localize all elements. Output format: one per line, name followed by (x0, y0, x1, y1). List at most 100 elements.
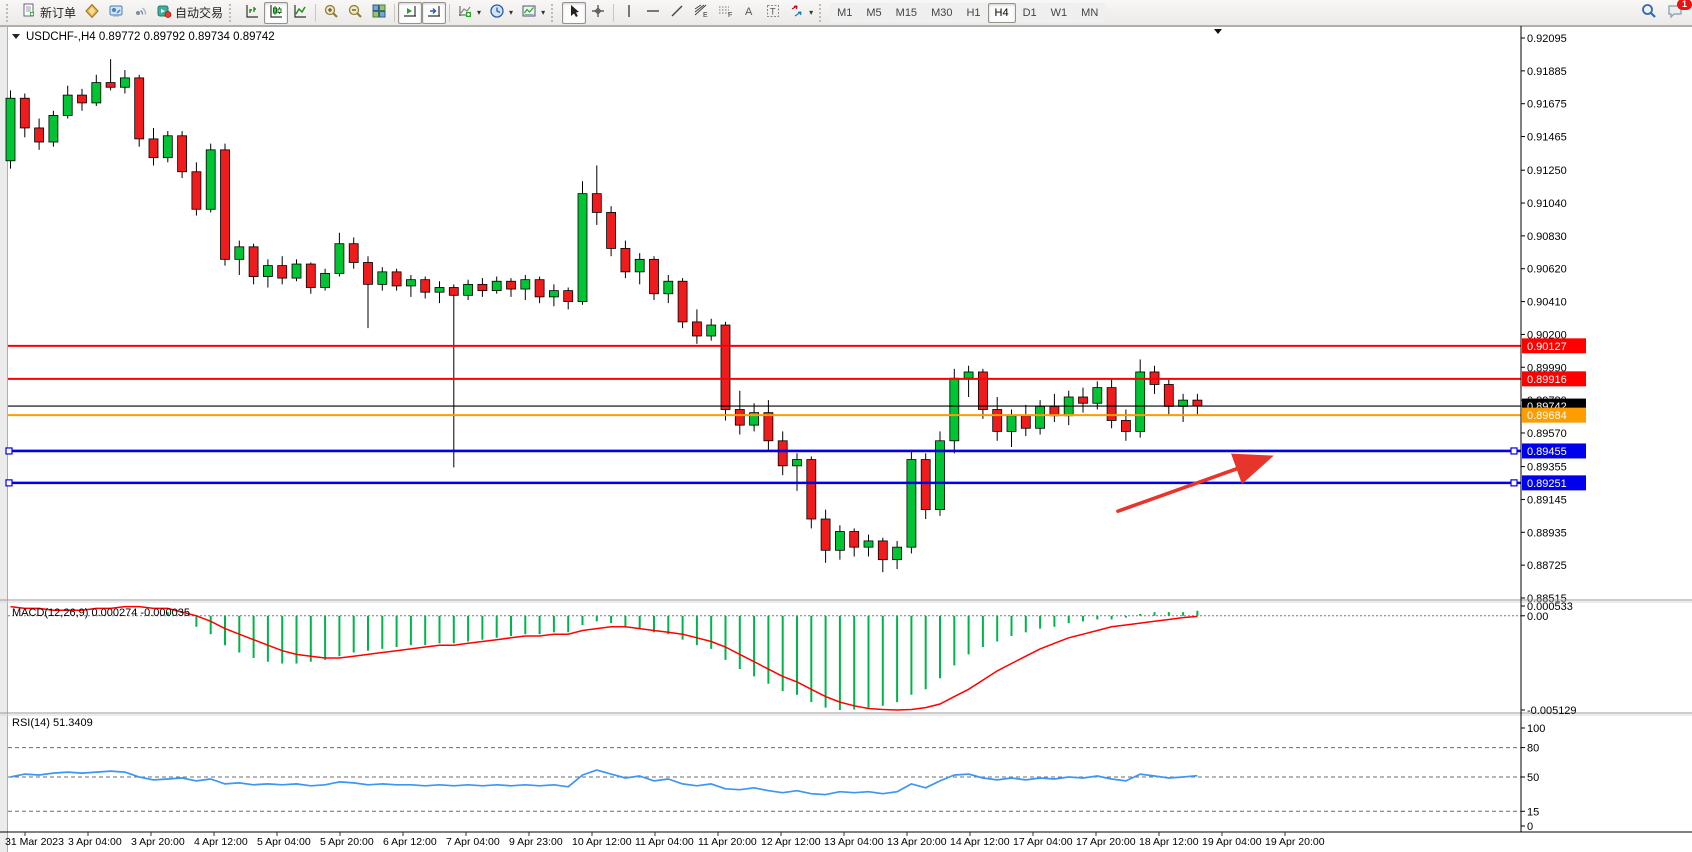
toolbar-grip[interactable] (819, 4, 826, 22)
candle-body (1021, 416, 1030, 429)
candle-body (878, 541, 887, 560)
macd-axis-label: -0.005129 (1527, 705, 1577, 717)
line-chart-button[interactable] (288, 2, 312, 24)
chart-shift-button[interactable] (422, 2, 446, 24)
timeframe-button-w1[interactable]: W1 (1044, 3, 1075, 23)
candle-body (1179, 400, 1188, 406)
timeframe-button-d1[interactable]: D1 (1016, 3, 1044, 23)
price-tick-label: 0.91675 (1527, 99, 1567, 111)
crosshair-button[interactable] (586, 2, 610, 24)
candle-body (364, 262, 373, 284)
candle-body (406, 280, 415, 286)
line-chart-icon (292, 3, 308, 22)
new-order-label: 新订单 (40, 4, 76, 21)
hline-handle[interactable] (1511, 448, 1517, 454)
price-label-text: 0.89916 (1527, 374, 1567, 386)
search-button[interactable] (1636, 2, 1662, 24)
chart-window[interactable]: 0.920950.918850.916750.914650.912500.910… (0, 26, 1692, 852)
text-label-button[interactable]: T (761, 2, 785, 24)
autotrading-button[interactable]: 自动交易 (152, 2, 227, 24)
candle-body (1136, 372, 1145, 431)
rsi-axis-label: 15 (1527, 806, 1539, 818)
cursor-button[interactable] (562, 2, 586, 24)
candle-body (692, 322, 701, 336)
timeframe-button-m5[interactable]: M5 (859, 3, 888, 23)
price-tick-label: 0.91465 (1527, 132, 1567, 144)
timeframe-button-mn[interactable]: MN (1074, 3, 1105, 23)
tile-windows-button[interactable] (367, 2, 391, 24)
templates-icon (521, 3, 537, 22)
fibonacci-icon: E (693, 3, 709, 22)
price-tick-label: 0.88725 (1527, 560, 1567, 572)
toolbar-grip[interactable] (551, 4, 558, 22)
search-icon (1640, 2, 1658, 23)
notifications-button[interactable]: 1 (1662, 2, 1688, 24)
channels-button[interactable]: F (713, 2, 737, 24)
text-button[interactable]: A (737, 2, 761, 24)
candle-body (507, 281, 516, 289)
price-tick-label: 0.91040 (1527, 198, 1567, 210)
macd-indicator-label: MACD(12,26,9) 0.000274 -0.000035 (12, 607, 190, 619)
new-order-button[interactable]: 新订单 (17, 2, 80, 24)
candle-body (1164, 384, 1173, 406)
toolbar-grip[interactable] (229, 4, 236, 22)
horizontal-line-button[interactable] (641, 2, 665, 24)
price-tick-label: 0.90620 (1527, 264, 1567, 276)
timeframe-button-m15[interactable]: M15 (889, 3, 924, 23)
chevron-down-icon: ▾ (477, 8, 481, 17)
price-tick-label: 0.90410 (1527, 297, 1567, 309)
candle-body (1093, 388, 1102, 404)
zoom-out-button[interactable] (343, 2, 367, 24)
signals-button[interactable] (128, 2, 152, 24)
price-tick-label: 0.90830 (1527, 231, 1567, 243)
hline-handle[interactable] (6, 448, 12, 454)
candle-body (835, 532, 844, 551)
chart-canvas[interactable]: 0.920950.918850.916750.914650.912500.910… (0, 26, 1692, 852)
candle-body (20, 98, 29, 128)
arrows-button[interactable]: ▾ (785, 2, 817, 24)
candlestick-icon (268, 3, 284, 22)
trendline-button[interactable] (665, 2, 689, 24)
fibonacci-button[interactable]: E (689, 2, 713, 24)
zoom-in-button[interactable] (319, 2, 343, 24)
date-label: 17 Apr 04:00 (1013, 836, 1073, 848)
zoom-in-icon (323, 3, 339, 22)
date-label: 11 Apr 04:00 (635, 836, 694, 848)
gold-badge-button[interactable] (80, 2, 104, 24)
date-label: 13 Apr 04:00 (824, 836, 884, 848)
rsi-axis-label: 0 (1527, 821, 1533, 833)
signals-icon (132, 3, 148, 22)
timeframe-button-m30[interactable]: M30 (924, 3, 959, 23)
chart-upload-button[interactable] (104, 2, 128, 24)
candle-body (263, 266, 272, 277)
candle-body (35, 128, 44, 142)
hline-handle[interactable] (6, 480, 12, 486)
templates-button[interactable]: ▾ (517, 2, 549, 24)
price-tick-label: 0.89570 (1527, 428, 1567, 440)
price-tick-label: 0.92095 (1527, 33, 1567, 45)
hline-handle[interactable] (1511, 480, 1517, 486)
periods-button[interactable]: ▾ (485, 2, 517, 24)
trendline-icon (669, 3, 685, 22)
candle-body (778, 441, 787, 466)
add-indicator-button[interactable]: ▾ (453, 2, 485, 24)
timeframe-button-h1[interactable]: H1 (959, 3, 987, 23)
chart-upload-icon (108, 3, 124, 22)
autotrading-icon (156, 3, 172, 22)
candle-body (435, 287, 444, 292)
timeframe-button-h4[interactable]: H4 (988, 3, 1016, 23)
candle-body (278, 266, 287, 279)
auto-scroll-icon (402, 3, 418, 22)
toolbar-grip[interactable] (6, 4, 13, 22)
candle-body (864, 541, 873, 547)
timeframe-button-m1[interactable]: M1 (830, 3, 859, 23)
candle-body (535, 280, 544, 297)
candle-body (564, 291, 573, 302)
vertical-line-button[interactable] (617, 2, 641, 24)
candle-body (321, 273, 330, 287)
toolbar-separator (613, 4, 614, 22)
candle-body (92, 83, 101, 103)
auto-scroll-button[interactable] (398, 2, 422, 24)
bar-chart-button[interactable] (240, 2, 264, 24)
candlestick-chart-button[interactable] (264, 2, 288, 24)
